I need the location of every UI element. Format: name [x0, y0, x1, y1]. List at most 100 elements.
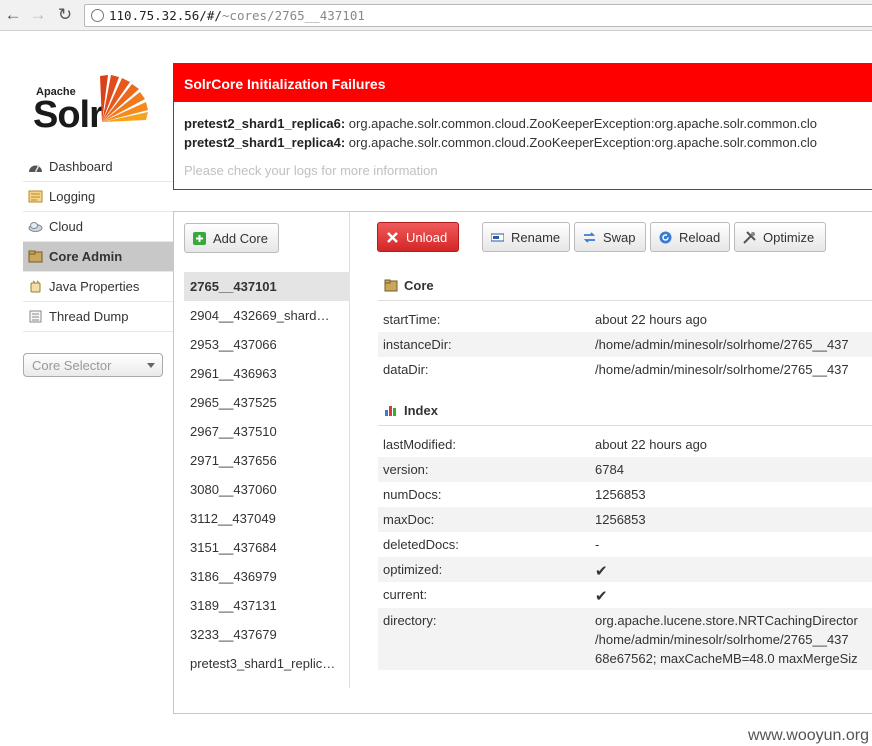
field-key: directory: [383, 613, 437, 628]
failure-message: org.apache.solr.common.cloud.ZooKeeperEx… [348, 116, 818, 131]
failure-core-name: pretest2_shard1_replica4: [184, 135, 346, 150]
index-row-version: version: 6784 [378, 457, 872, 482]
logging-icon [28, 190, 43, 203]
thread-dump-icon [29, 310, 42, 323]
directory-line: /home/admin/minesolr/solrhome/2765__437 [595, 632, 849, 647]
sidebar-item-thread-dump[interactable]: Thread Dump [23, 302, 173, 332]
core-row-instancedir: instanceDir: /home/admin/minesolr/solrho… [378, 332, 872, 357]
swap-button[interactable]: Swap [574, 222, 646, 252]
sidebar-item-label: Core Admin [49, 249, 123, 264]
core-list-item[interactable]: 3080__437060 [184, 475, 350, 504]
reload-label: Reload [679, 230, 721, 245]
index-section-title: Index [404, 403, 438, 418]
core-list-item[interactable]: 3233__437679 [184, 620, 350, 649]
forward-icon[interactable]: → [28, 5, 48, 25]
url-host: 110.75.32.56/#/ [109, 8, 222, 23]
field-key: lastModified: [383, 437, 456, 452]
browser-toolbar: ← → ↻ 110.75.32.56/#/~cores/2765__437101 [0, 0, 872, 31]
index-row-maxdoc: maxDoc: 1256853 [378, 507, 872, 532]
core-list-item[interactable]: 3186__436979 [184, 562, 350, 591]
core-list-item[interactable]: 2971__437656 [184, 446, 350, 475]
url-path: ~cores/2765__437101 [221, 8, 365, 23]
field-key: current: [383, 587, 428, 602]
core-row-datadir: dataDir: /home/admin/minesolr/solrhome/2… [378, 357, 872, 382]
sidebar-item-label: Logging [49, 189, 96, 204]
field-value: about 22 hours ago [595, 437, 708, 452]
sidebar-item-dashboard[interactable]: Dashboard [23, 152, 173, 182]
reload-page-icon[interactable]: ↻ [55, 5, 75, 25]
sidebar-item-cloud[interactable]: Cloud [23, 212, 173, 242]
directory-line: 68e67562; maxCacheMB=48.0 maxMergeSiz [595, 651, 858, 666]
solr-logo[interactable]: Apache Solr [30, 68, 160, 138]
core-selector-label: Core Selector [32, 358, 112, 373]
reload-icon [659, 231, 672, 244]
unload-button[interactable]: Unload [377, 222, 459, 252]
failure-line: pretest2_shard1_replica6: org.apache.sol… [184, 116, 817, 131]
core-list-item[interactable]: 2904__432669_shard… [184, 301, 350, 330]
failure-message: org.apache.solr.common.cloud.ZooKeeperEx… [348, 135, 818, 150]
swap-label: Swap [603, 230, 636, 245]
field-key: instanceDir: [383, 337, 452, 352]
optimize-button[interactable]: Optimize [734, 222, 826, 252]
core-list-item[interactable]: 3151__437684 [184, 533, 350, 562]
rename-icon [491, 233, 504, 242]
tools-icon [743, 231, 756, 244]
field-key: maxDoc: [383, 512, 435, 527]
sidebar-item-label: Thread Dump [49, 309, 129, 324]
field-key: version: [383, 462, 429, 477]
sidebar-item-java-properties[interactable]: Java Properties [23, 272, 173, 302]
bar-chart-icon [385, 406, 396, 416]
index-row-deleteddocs: deletedDocs: - [378, 532, 872, 557]
index-section-header: Index [378, 396, 872, 426]
plus-icon [193, 232, 206, 245]
core-list-item[interactable]: 3112__437049 [184, 504, 350, 533]
core-list-item[interactable]: 3189__437131 [184, 591, 350, 620]
reload-button[interactable]: Reload [650, 222, 730, 252]
field-key: startTime: [383, 312, 441, 327]
field-value: /home/admin/minesolr/solrhome/2765__437 [595, 337, 849, 352]
rename-button[interactable]: Rename [482, 222, 570, 252]
index-row-numdocs: numDocs: 1256853 [378, 482, 872, 507]
core-list-item[interactable]: 2967__437510 [184, 417, 350, 446]
field-key: numDocs: [383, 487, 442, 502]
field-value: 6784 [595, 462, 624, 477]
core-list-item[interactable]: 2961__436963 [184, 359, 350, 388]
index-row-directory: directory: org.apache.lucene.store.NRTCa… [378, 608, 872, 670]
field-key: deletedDocs: [383, 537, 459, 552]
unload-label: Unload [406, 230, 448, 245]
core-selector-dropdown[interactable]: Core Selector [23, 353, 163, 377]
core-list-item[interactable]: 2765__437101 [184, 272, 350, 301]
field-value: 1256853 [595, 512, 646, 527]
swap-icon [583, 232, 596, 243]
core-row-starttime: startTime: about 22 hours ago [378, 307, 872, 332]
watermark: www.wooyun.org [748, 727, 869, 744]
optimize-label: Optimize [763, 230, 815, 245]
add-core-label: Add Core [213, 231, 268, 246]
sidebar-nav: Dashboard Logging Cloud Core Admin Java … [23, 152, 173, 332]
sidebar-item-label: Cloud [49, 219, 83, 234]
check-icon: ✔ [595, 588, 608, 605]
field-value: - [595, 537, 600, 552]
directory-line: org.apache.lucene.store.NRTCachingDirect… [595, 613, 858, 628]
dashboard-icon [29, 164, 42, 173]
core-list-item[interactable]: 2965__437525 [184, 388, 350, 417]
chevron-down-icon [147, 363, 155, 368]
field-key: dataDir: [383, 362, 429, 377]
globe-icon [91, 9, 104, 22]
index-row-optimized: optimized: ✔ [378, 557, 872, 582]
address-bar[interactable]: 110.75.32.56/#/~cores/2765__437101 [84, 4, 872, 27]
back-icon[interactable]: ← [3, 5, 23, 25]
directory-value: org.apache.lucene.store.NRTCachingDirect… [595, 611, 858, 668]
field-value: about 22 hours ago [595, 312, 708, 327]
solr-sun-icon [100, 75, 148, 122]
core-list-item[interactable]: pretest3_shard1_replic… [184, 649, 350, 678]
sidebar-item-core-admin[interactable]: Core Admin [23, 242, 173, 272]
core-list-item[interactable]: 2953__437066 [184, 330, 350, 359]
field-value: 1256853 [595, 487, 646, 502]
core-icon [384, 279, 398, 292]
sidebar-item-logging[interactable]: Logging [23, 182, 173, 212]
add-core-button[interactable]: Add Core [184, 223, 279, 253]
failure-core-name: pretest2_shard1_replica6: [184, 116, 346, 131]
init-failures-title: SolrCore Initialization Failures [174, 64, 872, 102]
index-row-lastmodified: lastModified: about 22 hours ago [378, 432, 872, 457]
